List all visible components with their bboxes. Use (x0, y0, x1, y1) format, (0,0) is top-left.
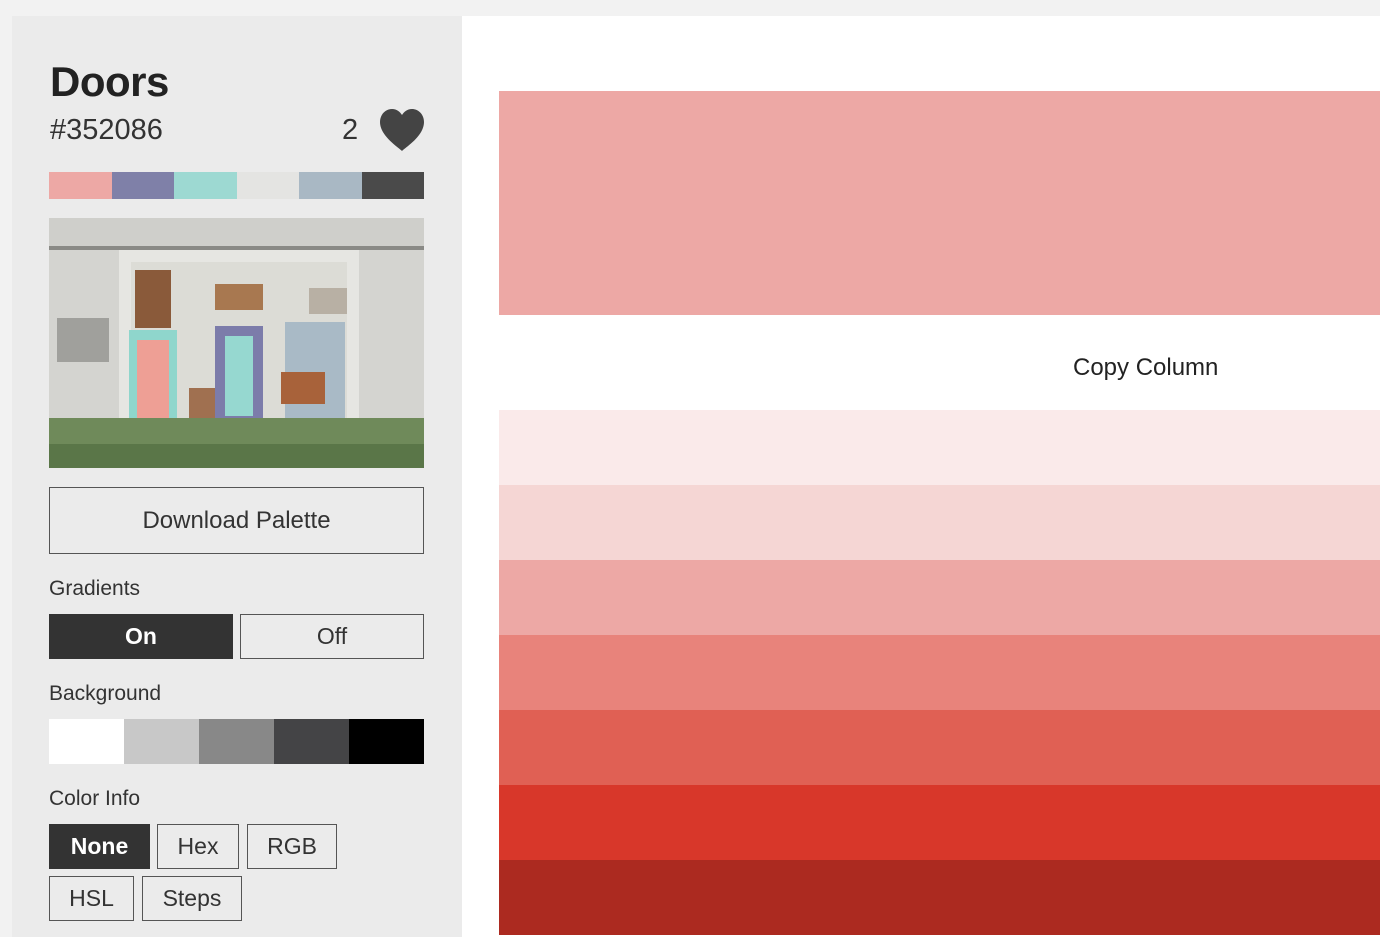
color-step[interactable] (499, 860, 1380, 935)
palette-swatch[interactable] (49, 172, 112, 199)
gradients-label: Gradients (49, 577, 141, 600)
color-step[interactable] (499, 785, 1380, 860)
sidebar: Doors #352086 2 Download Palette Gradien… (12, 16, 462, 937)
copy-column-button[interactable]: Copy Column (1073, 354, 1218, 382)
palette-swatch[interactable] (236, 172, 299, 199)
palette-swatch[interactable] (174, 172, 237, 199)
palette-swatch[interactable] (299, 172, 362, 199)
palette-swatch[interactable] (111, 172, 174, 199)
color-step[interactable] (499, 635, 1380, 710)
download-palette-button[interactable]: Download Palette (49, 487, 424, 554)
color-step[interactable] (499, 710, 1380, 785)
color-info-none-button[interactable]: None (49, 824, 150, 869)
background-option-gray[interactable] (199, 719, 274, 764)
color-info-hex-button[interactable]: Hex (157, 824, 239, 869)
color-steps-column (499, 410, 1380, 935)
palette-title: Doors (50, 58, 169, 105)
color-info-label: Color Info (49, 787, 141, 810)
palette-strip (49, 172, 424, 199)
gradients-off-button[interactable]: Off (240, 614, 424, 659)
background-label: Background (49, 682, 162, 705)
color-info-steps-button[interactable]: Steps (142, 876, 242, 921)
color-info-hsl-button[interactable]: HSL (49, 876, 134, 921)
background-swatches (49, 719, 424, 764)
background-option-dark-gray[interactable] (274, 719, 349, 764)
color-step[interactable] (499, 485, 1380, 560)
background-option-white[interactable] (49, 719, 124, 764)
background-option-light-gray[interactable] (124, 719, 199, 764)
selected-color-swatch[interactable] (499, 91, 1380, 315)
main-panel: Copy Column (462, 16, 1380, 937)
palette-swatch[interactable] (361, 172, 424, 199)
gradients-on-button[interactable]: On (49, 614, 233, 659)
palette-hex: #352086 (50, 114, 163, 146)
color-info-rgb-button[interactable]: RGB (247, 824, 337, 869)
color-step[interactable] (499, 410, 1380, 485)
background-option-black[interactable] (349, 719, 424, 764)
color-step[interactable] (499, 560, 1380, 635)
palette-source-photo (49, 218, 424, 468)
heart-icon[interactable] (378, 108, 426, 152)
like-count: 2 (342, 114, 359, 146)
